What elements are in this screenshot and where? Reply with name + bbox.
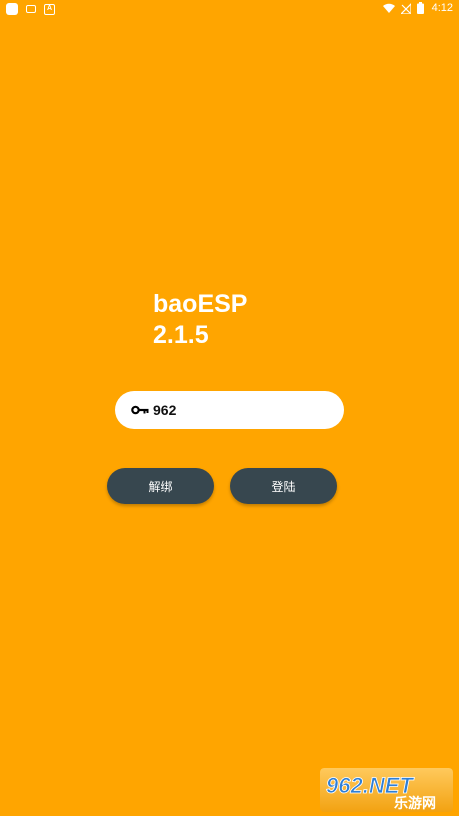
app-version: 2.1.5 bbox=[153, 321, 209, 349]
signal-icon bbox=[400, 2, 411, 14]
battery-icon bbox=[416, 2, 424, 14]
a-badge-icon: A bbox=[44, 3, 55, 15]
app-title: baoESP 2.1.5 bbox=[153, 289, 247, 351]
status-bar: A 4:12 bbox=[0, 0, 459, 18]
watermark-sub-text: 乐游网 bbox=[394, 795, 436, 812]
status-right-icons: 4:12 bbox=[382, 2, 453, 14]
wifi-icon bbox=[382, 3, 395, 13]
status-time: 4:12 bbox=[431, 2, 453, 14]
login-button[interactable]: 登陆 bbox=[230, 468, 337, 504]
status-left-icons: A bbox=[6, 3, 55, 15]
key-field[interactable] bbox=[115, 391, 344, 429]
unbind-button[interactable]: 解绑 bbox=[107, 468, 214, 504]
key-icon bbox=[131, 405, 149, 415]
gamepad-icon bbox=[26, 5, 36, 13]
app-name: baoESP bbox=[153, 290, 248, 318]
watermark-logo: 962.NET 乐游网 bbox=[320, 768, 453, 812]
key-input[interactable] bbox=[153, 402, 323, 418]
notification-square-icon bbox=[6, 3, 18, 15]
watermark-logo-text: 962.NET bbox=[326, 773, 414, 798]
